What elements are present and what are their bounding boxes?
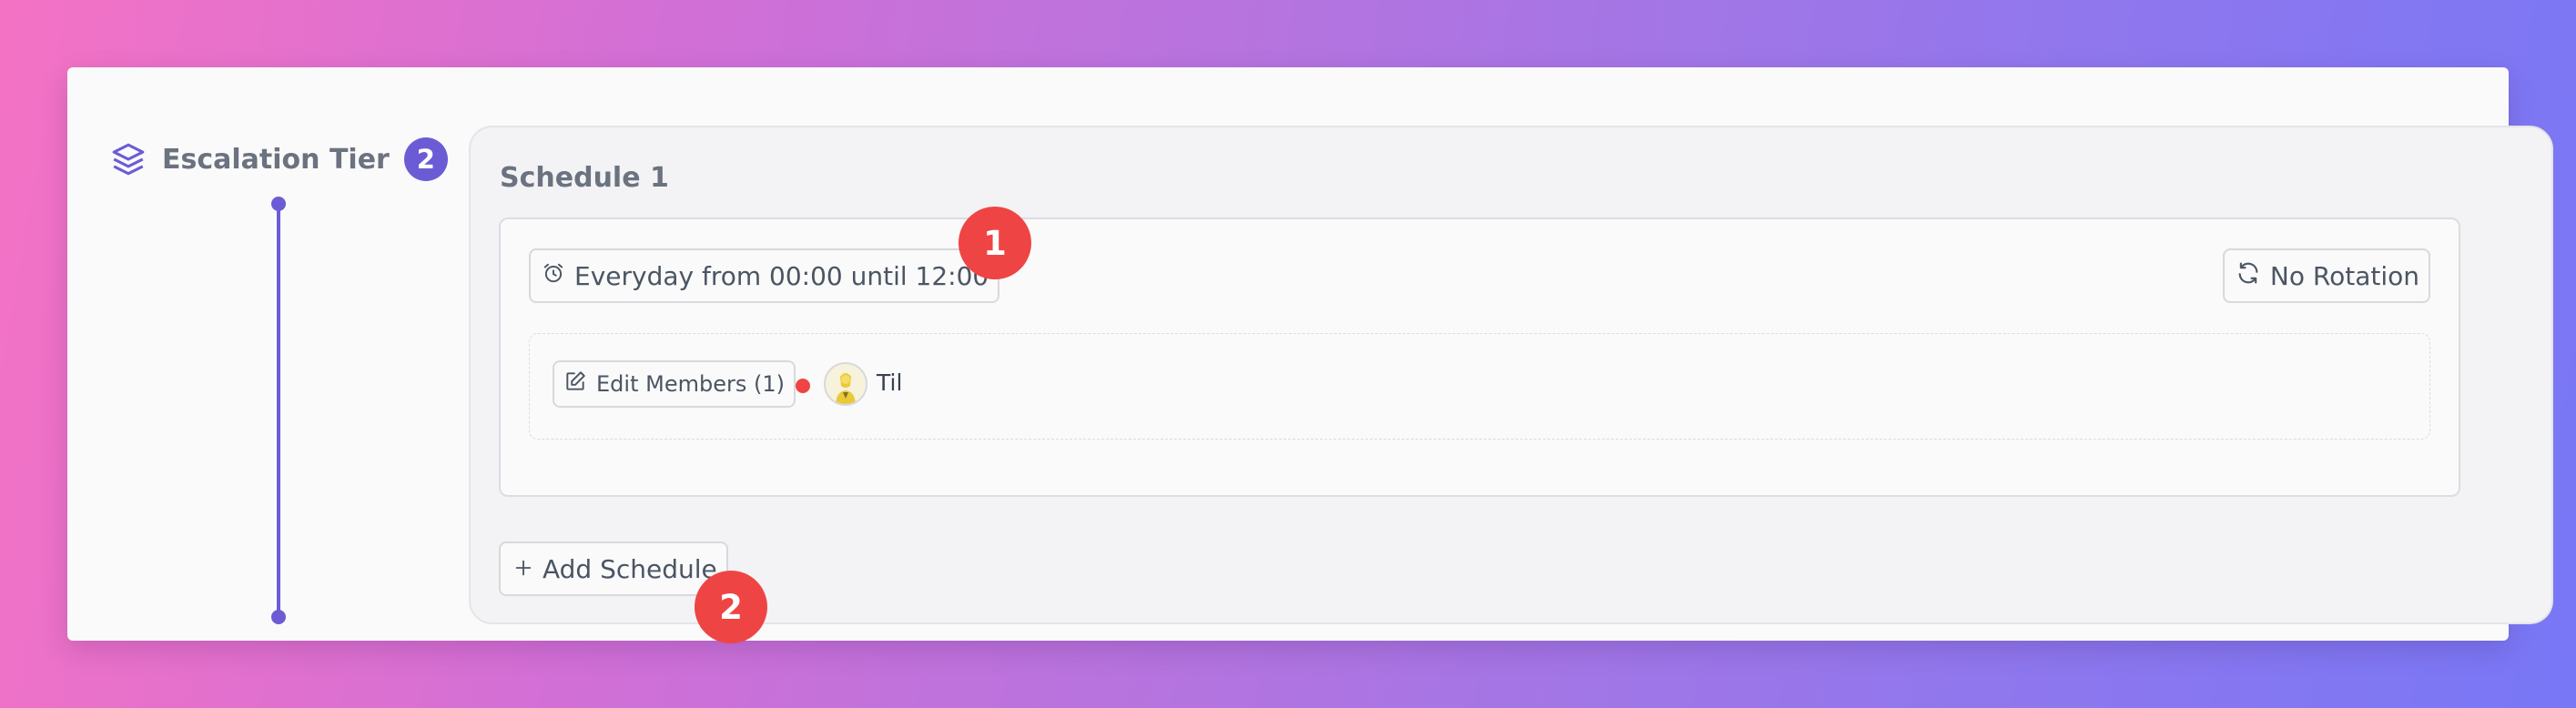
timeline-line [277,204,280,617]
edit-icon [563,369,587,399]
callout-marker-1: 1 [958,207,1031,279]
tier-header: Escalation Tier 2 [107,137,448,181]
members-area: Edit Members (1) Til [529,333,2430,440]
avatar [824,362,867,406]
timeline-end-dot [271,610,286,624]
refresh-icon [2236,260,2261,292]
edit-members-button[interactable]: Edit Members (1) [553,360,796,408]
schedule-title: Schedule 1 [500,162,669,194]
plus-icon [513,554,533,584]
schedule-details: Everyday from 00:00 until 12:00 No Rotat… [499,217,2460,497]
timeline-start-dot [271,197,286,211]
rotation-label: No Rotation [2269,260,2419,291]
layers-icon [107,138,149,180]
alarm-clock-icon [542,261,565,291]
schedule-time-button[interactable]: Everyday from 00:00 until 12:00 [529,248,1000,303]
escalation-tier-card: Escalation Tier 2 Schedule 1 Everyday fr… [67,67,2553,641]
schedule-panel: Schedule 1 Everyday from 00:00 until 12:… [469,126,2553,624]
add-schedule-button[interactable]: Add Schedule [499,541,728,596]
tier-number-badge: 2 [403,137,448,181]
edit-members-label: Edit Members (1) [596,371,785,397]
tier-title: Escalation Tier [162,143,390,176]
add-schedule-label: Add Schedule [543,553,717,584]
member-status-dot [796,379,810,393]
member-name: Til [877,369,903,396]
rotation-button[interactable]: No Rotation [2222,248,2430,303]
callout-marker-2: 2 [695,571,767,643]
schedule-time-label: Everyday from 00:00 until 12:00 [574,260,989,291]
